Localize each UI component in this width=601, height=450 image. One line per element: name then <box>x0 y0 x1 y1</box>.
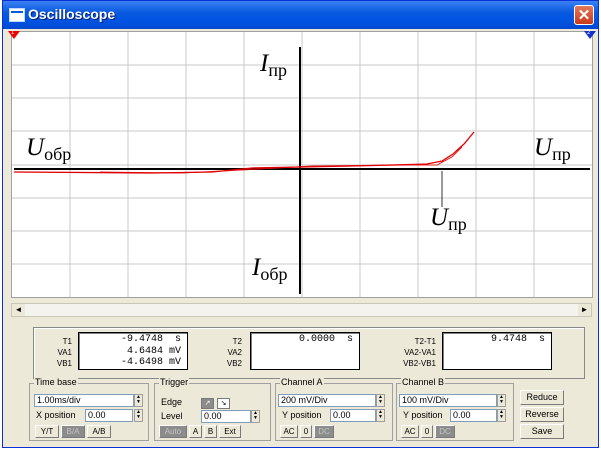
mode-ab-button[interactable]: A/B <box>87 425 111 438</box>
trigger-level-field[interactable]: 0.00 <box>201 410 251 423</box>
trigger-level-spinner[interactable]: ▲ ▼ <box>251 410 260 423</box>
timebase-xpos-spinner[interactable]: ▲ ▼ <box>134 409 143 422</box>
scroll-right-button[interactable]: ► <box>578 304 591 316</box>
trigger-auto-button[interactable]: Auto <box>159 425 187 438</box>
channel-a-dc-button[interactable]: DC <box>314 425 334 438</box>
channel-a-title: Channel A <box>280 377 324 387</box>
channel-a-ypos-spinner[interactable]: ▲ ▼ <box>376 409 385 422</box>
timebase-spinner[interactable]: ▲ ▼ <box>134 394 143 407</box>
channel-a-zero-button[interactable]: 0 <box>300 425 312 438</box>
label-i-forward: Iпр <box>260 50 287 80</box>
mode-yt-button[interactable]: Y/T <box>35 425 59 438</box>
channel-a-ypos-label: Y position <box>282 410 322 420</box>
cursor-t1-marker[interactable]: 1 <box>8 30 20 39</box>
save-button[interactable]: Save <box>520 424 564 439</box>
measurement-panel: T1 VA1 VB1 -9.4748 s 4.6484 mV -4.6498 mV … <box>33 327 585 379</box>
diff-readout: 9.4748 s <box>442 332 552 370</box>
label-u-reverse: Uобр <box>26 134 72 164</box>
scroll-left-button[interactable]: ◄ <box>12 304 25 316</box>
diff-labels: T2-T1 VA2-VA1 VB2-VB1 <box>403 337 436 368</box>
scope-grid <box>12 32 592 297</box>
timebase-title: Time base <box>34 377 78 387</box>
channel-a-scale-spinner[interactable]: ▲ ▼ <box>376 394 385 407</box>
scope-display: 1 2 Iпр Uобр Uпр Uпр Iобр <box>8 30 596 298</box>
channel-a-ac-button[interactable]: AC <box>280 425 298 438</box>
channel-b-ypos-field[interactable]: 0.00 <box>450 409 497 422</box>
reduce-button[interactable]: Reduce <box>520 390 564 405</box>
window-title: Oscilloscope <box>28 6 116 22</box>
falling-edge-button[interactable]: ↘ <box>217 398 230 409</box>
trigger-a-button[interactable]: A <box>189 425 202 438</box>
label-i-reverse: Iобр <box>252 254 288 284</box>
timebase-xpos-label: X position <box>36 410 76 420</box>
timebase-scale-field[interactable]: 1.00ms/div <box>34 394 134 407</box>
reverse-button[interactable]: Reverse <box>520 407 564 422</box>
channel-b-dc-button[interactable]: DC <box>435 425 455 438</box>
channel-b-ypos-spinner[interactable]: ▲ ▼ <box>497 409 506 422</box>
channel-a-scale-field[interactable]: 200 mV/Div <box>278 394 376 407</box>
close-button[interactable]: ✕ <box>574 5 594 25</box>
channel-b-ac-button[interactable]: AC <box>401 425 419 438</box>
cursor-t2-marker[interactable]: 2 <box>584 30 596 39</box>
trigger-ext-button[interactable]: Ext <box>219 425 241 438</box>
trigger-edge-label: Edge <box>161 397 183 407</box>
timebase-xpos-field[interactable]: 0.00 <box>85 409 133 422</box>
channel-b-title: Channel B <box>401 377 446 387</box>
channel-b-scale-field[interactable]: 100 mV/Div <box>399 394 497 407</box>
channel-b-ypos-label: Y position <box>403 410 443 420</box>
mode-ba-button[interactable]: B/A <box>61 425 85 438</box>
cursor2-readout: 0.0000 s <box>250 332 360 370</box>
channel-b-scale-spinner[interactable]: ▲ ▼ <box>497 394 506 407</box>
label-u-threshold: Uпр <box>430 204 467 234</box>
cursor2-labels: T2 VA2 VB2 <box>226 337 242 368</box>
oscilloscope-app-icon <box>9 8 25 22</box>
horizontal-scrollbar[interactable]: ◄ ► <box>11 303 592 317</box>
channel-a-ypos-field[interactable]: 0.00 <box>330 409 376 422</box>
trigger-level-label: Level <box>161 411 183 421</box>
channel-b-zero-button[interactable]: 0 <box>421 425 433 438</box>
trigger-title: Trigger <box>159 377 190 387</box>
title-bar[interactable]: Oscilloscope ✕ <box>3 1 598 29</box>
trigger-b-button[interactable]: B <box>204 425 217 438</box>
label-u-forward-axis: Uпр <box>534 134 571 164</box>
cursor1-readout: -9.4748 s 4.6484 mV -4.6498 mV <box>78 332 188 370</box>
rising-edge-button[interactable]: ↗ <box>201 398 214 409</box>
oscilloscope-window: Oscilloscope ✕ 1 2 Iпр Uобр Uпр Uпр Iобр… <box>2 0 599 448</box>
cursor1-labels: T1 VA1 VB1 <box>56 337 72 368</box>
